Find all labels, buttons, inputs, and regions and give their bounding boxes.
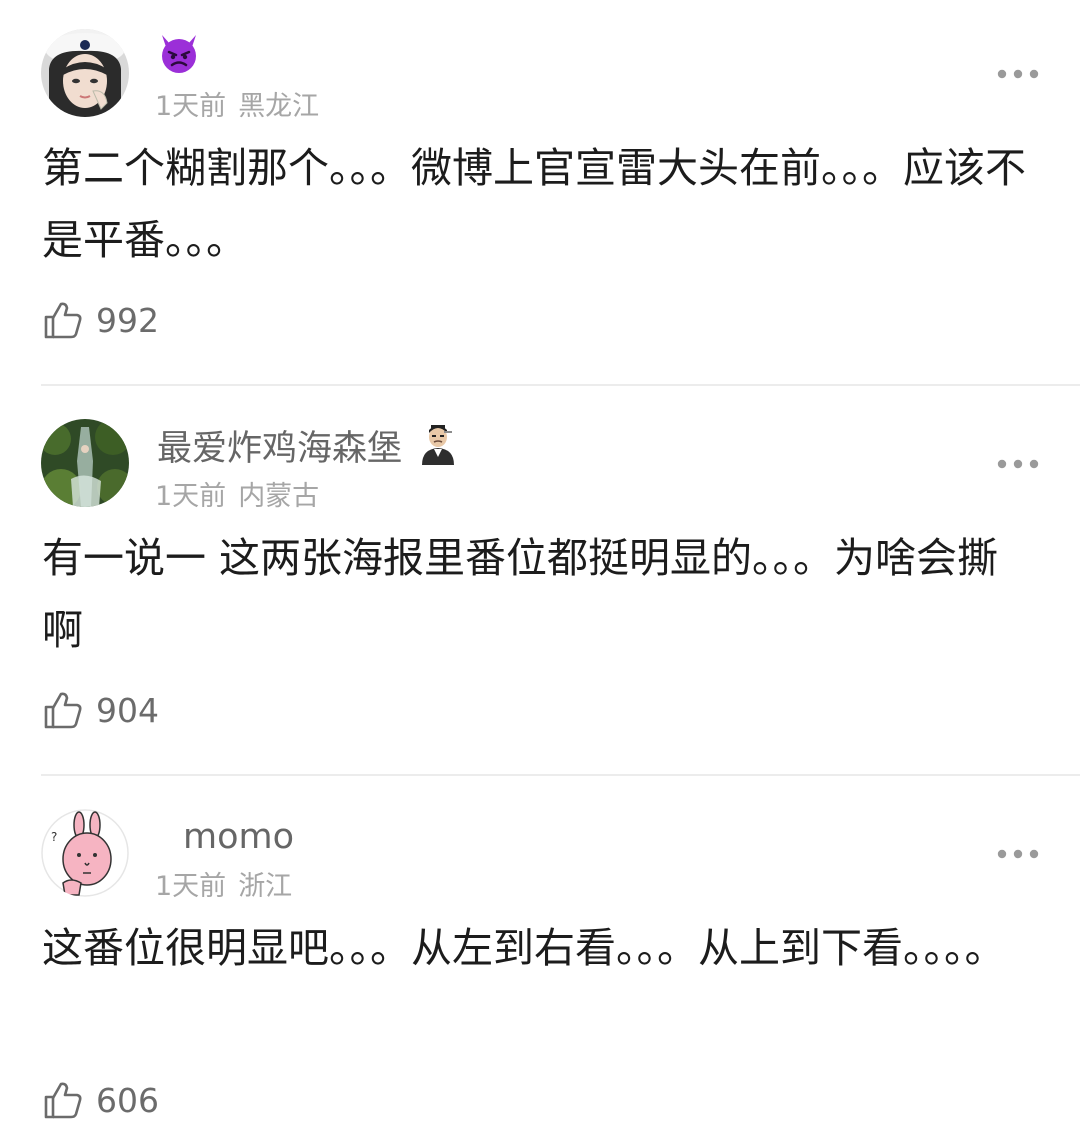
comment-text: 有一说一 这两张海报里番位都挺明显的。。。为啥会撕啊 bbox=[42, 534, 999, 654]
comment-location: 内蒙古 bbox=[238, 481, 320, 512]
svg-text:?: ? bbox=[51, 830, 57, 844]
thumbs-up-outline-icon bbox=[42, 689, 84, 731]
comment-location: 黑龙江 bbox=[238, 91, 320, 122]
comment-time: 1天前 bbox=[155, 871, 227, 902]
thumbs-up-outline-icon bbox=[42, 299, 84, 341]
name-row bbox=[157, 32, 201, 78]
more-dots-icon[interactable] bbox=[996, 846, 1040, 862]
like-button[interactable]: 606 bbox=[42, 1078, 159, 1122]
man-in-suit-emoji-icon bbox=[420, 421, 456, 469]
name-row: 最爱炸鸡海森堡 bbox=[157, 420, 456, 471]
more-dots-icon[interactable] bbox=[996, 66, 1040, 82]
comment-meta: 1天前 浙江 bbox=[155, 864, 292, 903]
comment-time: 1天前 bbox=[155, 481, 227, 512]
avatar[interactable] bbox=[41, 419, 129, 507]
like-count: 904 bbox=[96, 690, 159, 730]
comment-meta: 1天前 黑龙江 bbox=[155, 84, 319, 123]
thumbs-up-outline-icon bbox=[42, 1079, 84, 1121]
divider bbox=[41, 774, 1080, 776]
like-button[interactable]: 904 bbox=[42, 688, 159, 732]
comment-text: 这番位很明显吧。。。从左到右看。。。从上到下看。。。。 bbox=[42, 924, 1006, 972]
avatar-pink-rabbit-icon: ? bbox=[41, 809, 129, 897]
username[interactable]: momo bbox=[183, 817, 294, 857]
name-row: momo bbox=[157, 814, 294, 860]
like-count: 992 bbox=[96, 300, 159, 340]
username[interactable]: 最爱炸鸡海森堡 bbox=[157, 420, 402, 471]
avatar[interactable] bbox=[41, 29, 129, 117]
avatar-girl-hoodie-icon bbox=[41, 29, 129, 117]
comment-text: 第二个糊割那个。。。微博上官宣雷大头在前。。。应该不是平番。。。 bbox=[42, 144, 1026, 264]
more-dots-icon[interactable] bbox=[996, 456, 1040, 472]
comment-time: 1天前 bbox=[155, 91, 227, 122]
comment-location: 浙江 bbox=[238, 871, 293, 902]
avatar[interactable]: ? bbox=[41, 809, 129, 897]
avatar-nature-photo-icon bbox=[41, 419, 129, 507]
like-button[interactable]: 992 bbox=[42, 298, 159, 342]
like-count: 606 bbox=[96, 1080, 159, 1120]
comment-meta: 1天前 内蒙古 bbox=[155, 474, 319, 513]
divider bbox=[41, 384, 1080, 386]
angry-devil-emoji-icon bbox=[157, 31, 201, 79]
